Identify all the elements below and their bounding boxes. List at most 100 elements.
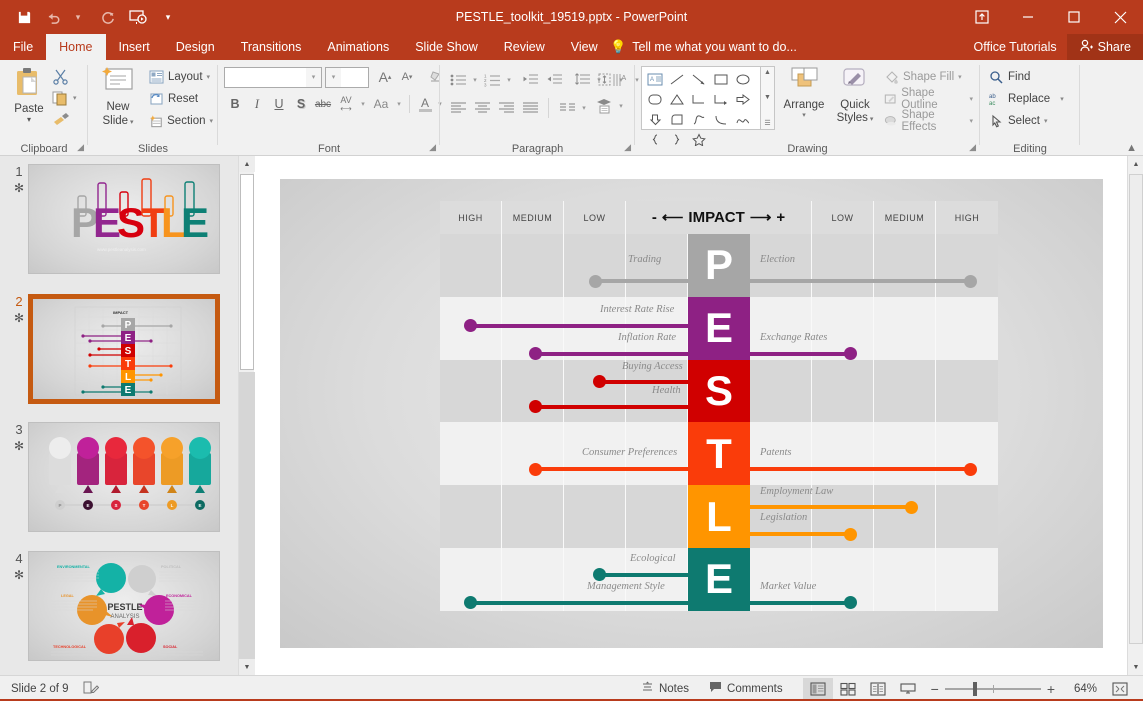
- matrix-row-s[interactable]: Buying Access Health S: [440, 359, 998, 423]
- tab-design[interactable]: Design: [163, 34, 228, 60]
- start-presentation-icon[interactable]: [124, 3, 152, 31]
- font-name-input[interactable]: ▾: [224, 66, 322, 88]
- maximize-button[interactable]: [1051, 0, 1097, 34]
- letter-block-l[interactable]: L: [688, 485, 750, 548]
- columns-dropdown-icon[interactable]: ▾: [579, 104, 589, 112]
- select-button[interactable]: Select ▾: [986, 110, 1067, 132]
- shapes-more-icon[interactable]: ☰: [764, 119, 770, 127]
- thumbnail-3-frame[interactable]: P E S T L E: [28, 422, 220, 532]
- underline-button[interactable]: U: [268, 93, 290, 115]
- shape-textbox-icon[interactable]: A: [644, 69, 666, 89]
- increase-font-size-button[interactable]: A ▴: [374, 66, 396, 88]
- new-slide-button[interactable]: New Slide ▾: [92, 65, 144, 130]
- paste-dropdown-icon[interactable]: ▾: [6, 115, 52, 124]
- collapse-ribbon-button[interactable]: ▲: [1126, 142, 1137, 154]
- align-center-button[interactable]: [470, 96, 494, 119]
- letter-block-t[interactable]: T: [688, 422, 750, 486]
- undo-dropdown-icon[interactable]: ▾: [64, 3, 92, 31]
- tab-insert[interactable]: Insert: [106, 34, 163, 60]
- fit-slide-to-window-button[interactable]: [1105, 678, 1135, 700]
- font-dialog-launcher[interactable]: ◢: [429, 142, 436, 153]
- shapes-gallery[interactable]: A: [641, 66, 761, 146]
- shape-rectangle-icon[interactable]: [710, 69, 732, 89]
- shape-curve-icon[interactable]: [732, 109, 754, 129]
- slide-area-scrollbar[interactable]: ▲ ▼: [1127, 156, 1143, 675]
- section-button[interactable]: Section ▾: [146, 110, 216, 132]
- shape-fill-button[interactable]: Shape Fill ▾: [881, 66, 976, 88]
- zoom-control[interactable]: − +: [923, 681, 1063, 697]
- tab-transitions[interactable]: Transitions: [228, 34, 315, 60]
- copy-button[interactable]: ▾: [50, 87, 86, 109]
- redo-icon[interactable]: [94, 3, 122, 31]
- numbering-button[interactable]: 123: [480, 68, 504, 91]
- shape-line-icon[interactable]: [666, 69, 688, 89]
- character-spacing-button[interactable]: AV ⟷: [334, 93, 358, 115]
- align-right-button[interactable]: [494, 96, 518, 119]
- bullets-button[interactable]: [446, 68, 470, 91]
- cut-button[interactable]: [50, 65, 86, 87]
- slide-show-view-button[interactable]: [893, 678, 923, 700]
- matrix-row-e-economical[interactable]: Interest Rate Rise Inflation Rate Exchan…: [440, 296, 998, 361]
- find-button[interactable]: Find: [986, 66, 1067, 88]
- increase-indent-button[interactable]: [542, 68, 566, 91]
- tell-me-search[interactable]: 💡 Tell me what you want to do...: [610, 34, 797, 60]
- dot-trading[interactable]: [589, 274, 602, 288]
- numbering-dropdown-icon[interactable]: ▾: [504, 76, 514, 84]
- shapes-gallery-scrollbar[interactable]: ▲ ▼ ☰: [761, 66, 775, 130]
- font-color-button[interactable]: A: [415, 93, 435, 115]
- align-text-button[interactable]: [592, 68, 616, 91]
- tab-view[interactable]: View: [558, 34, 611, 60]
- justify-button[interactable]: [518, 96, 542, 119]
- slide-scroll-handle[interactable]: [1129, 174, 1143, 644]
- tab-home[interactable]: Home: [46, 34, 106, 60]
- zoom-in-button[interactable]: +: [1047, 681, 1055, 697]
- ribbon-display-options-button[interactable]: [959, 0, 1005, 34]
- shape-elbow-arrow-icon[interactable]: [710, 89, 732, 109]
- tab-animations[interactable]: Animations: [314, 34, 402, 60]
- reading-view-button[interactable]: [863, 678, 893, 700]
- shape-arc-icon[interactable]: [710, 109, 732, 129]
- reset-button[interactable]: Reset: [146, 88, 216, 110]
- letter-block-p[interactable]: P: [688, 234, 750, 297]
- decrease-indent-button[interactable]: [518, 68, 542, 91]
- paragraph-dialog-launcher[interactable]: ◢: [624, 142, 631, 153]
- thumbnail-4-frame[interactable]: PESTLE ANALYSIS ENVIRONMENTAL POLITICAL …: [28, 551, 220, 661]
- zoom-out-button[interactable]: −: [931, 681, 939, 697]
- share-button[interactable]: Share: [1066, 34, 1143, 60]
- matrix-row-l[interactable]: Employment Law Legislation L: [440, 485, 998, 548]
- decrease-font-size-button[interactable]: A ▾: [396, 66, 418, 88]
- dot-patents[interactable]: [964, 462, 977, 476]
- close-button[interactable]: [1097, 0, 1143, 34]
- thumbs-scroll-down-icon[interactable]: ▼: [239, 659, 255, 675]
- normal-view-button[interactable]: [802, 677, 833, 700]
- dot-consumer-preferences[interactable]: [529, 462, 542, 476]
- slide-edit-area[interactable]: HIGH MEDIUM LOW - ⟵ IMPACT ⟶ + LOW MEDIU…: [255, 156, 1127, 675]
- notes-button[interactable]: Notes: [631, 678, 699, 700]
- columns-button[interactable]: [555, 96, 579, 119]
- slide-sorter-view-button[interactable]: [833, 678, 863, 700]
- dot-health[interactable]: [529, 400, 542, 414]
- slide-scroll-down-icon[interactable]: ▼: [1128, 659, 1143, 675]
- text-shadow-button[interactable]: S: [290, 93, 312, 115]
- matrix-row-p[interactable]: Trading Election P: [440, 234, 998, 297]
- slide-scroll-up-icon[interactable]: ▲: [1128, 156, 1143, 172]
- shapes-scroll-up-icon[interactable]: ▲: [764, 69, 771, 76]
- format-painter-button[interactable]: [50, 109, 86, 131]
- shape-right-arrow-icon[interactable]: [732, 89, 754, 109]
- thumbs-scroll-up-icon[interactable]: ▲: [239, 156, 255, 172]
- comments-button[interactable]: Comments: [699, 678, 793, 700]
- letter-block-e-environmental[interactable]: E: [688, 547, 750, 611]
- shape-effects-button[interactable]: Shape Effects ▾: [881, 109, 976, 133]
- line-spacing-button[interactable]: [570, 68, 594, 91]
- strikethrough-button[interactable]: abc: [312, 93, 334, 115]
- change-case-dropdown-icon[interactable]: ▾: [394, 100, 404, 108]
- layout-button[interactable]: Layout ▾: [146, 66, 216, 88]
- zoom-slider-handle[interactable]: [972, 681, 977, 696]
- minimize-button[interactable]: [1005, 0, 1051, 34]
- thumbs-scroll-handle[interactable]: [240, 174, 254, 370]
- dot-buying-access[interactable]: [593, 375, 606, 389]
- shape-elbow-connector-icon[interactable]: [688, 89, 710, 109]
- shape-oval-icon[interactable]: [732, 69, 754, 89]
- character-spacing-dropdown-icon[interactable]: ▾: [358, 100, 368, 108]
- save-icon[interactable]: [10, 3, 38, 31]
